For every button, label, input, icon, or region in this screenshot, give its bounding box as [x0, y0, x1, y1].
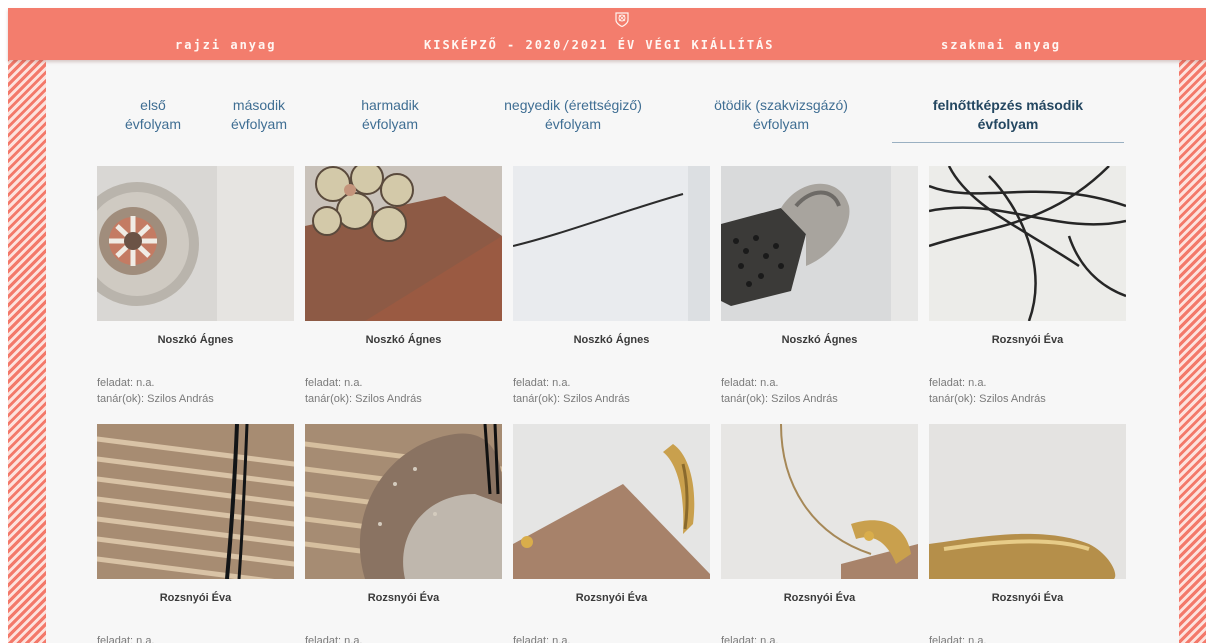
teacher-text: tanár(ok): Szilos András — [929, 393, 1046, 405]
artist-name: Noszkó Ágnes — [781, 334, 858, 346]
task-text: feladat: n.a. — [721, 635, 779, 643]
drawing-material-link[interactable]: rajzi anyag — [175, 38, 276, 52]
tab-label-line2: évfolyam — [124, 116, 182, 132]
left-striped-border — [8, 60, 46, 643]
crest-icon[interactable] — [613, 10, 631, 28]
artwork-photo[interactable] — [721, 424, 918, 579]
main-content: első évfolyam második évfolyam harmadik … — [46, 60, 1179, 643]
artwork-photo[interactable] — [305, 166, 502, 321]
artist-name: Noszkó Ágnes — [365, 334, 442, 346]
tab-label-line1: első — [140, 97, 166, 113]
artwork-photo[interactable] — [929, 166, 1126, 321]
artwork-meta: feladat: n.a. tanár(ok): Szilos András — [513, 375, 630, 407]
artist-name: Rozsnyói Éva — [159, 592, 232, 604]
artwork-meta: feladat: n.a. — [97, 633, 155, 643]
artwork-meta: feladat: n.a. tanár(ok): Szilos András — [97, 375, 214, 407]
artwork-photo[interactable] — [513, 424, 710, 579]
exhibition-title[interactable]: KISKÉPZŐ - 2020/2021 ÉV VÉGI KIÁLLÍTÁS — [424, 38, 775, 52]
tab-first-year[interactable]: első évfolyam — [103, 96, 203, 134]
task-text: feladat: n.a. — [929, 377, 987, 389]
teacher-text: tanár(ok): Szilos András — [305, 393, 422, 405]
artwork-meta: feladat: n.a. — [929, 633, 987, 643]
artist-name: Noszkó Ágnes — [573, 334, 650, 346]
task-text: feladat: n.a. — [929, 635, 987, 643]
tab-label-line1: felnőttképzés második — [932, 97, 1084, 113]
tab-label-line1: ötödik (szakvizsgázó) — [714, 97, 848, 113]
tab-label-line2: évfolyam — [752, 116, 810, 132]
artwork-meta: feladat: n.a. — [721, 633, 779, 643]
artwork-card[interactable]: Rozsnyói Éva feladat: n.a. — [721, 424, 918, 643]
page: rajzi anyag KISKÉPZŐ - 2020/2021 ÉV VÉGI… — [0, 0, 1206, 643]
task-text: feladat: n.a. — [97, 635, 155, 643]
year-tabs: első évfolyam második évfolyam harmadik … — [46, 60, 1179, 150]
artist-name: Rozsnyói Éva — [575, 592, 648, 604]
tab-label-line2: évfolyam — [544, 116, 602, 132]
artwork-meta: feladat: n.a. — [305, 633, 363, 643]
tab-label-line2: évfolyam — [361, 116, 419, 132]
tab-fourth-year[interactable]: negyedik (érettségiző) évfolyam — [478, 96, 668, 134]
artwork-photo[interactable] — [97, 166, 294, 321]
tab-label-line1: harmadik — [361, 97, 419, 113]
artwork-card[interactable]: Noszkó Ágnes feladat: n.a. tanár(ok): Sz… — [721, 166, 918, 405]
task-text: feladat: n.a. — [513, 635, 571, 643]
artwork-card[interactable]: Noszkó Ágnes feladat: n.a. tanár(ok): Sz… — [97, 166, 294, 405]
artwork-meta: feladat: n.a. tanár(ok): Szilos András — [721, 375, 838, 407]
tab-label-line2: évfolyam — [230, 116, 288, 132]
task-text: feladat: n.a. — [305, 635, 363, 643]
tab-third-year[interactable]: harmadik évfolyam — [335, 96, 445, 134]
artwork-card[interactable]: Rozsnyói Éva feladat: n.a. — [97, 424, 294, 643]
task-text: feladat: n.a. — [97, 377, 155, 389]
artwork-photo[interactable] — [305, 424, 502, 579]
tab-second-year[interactable]: második évfolyam — [214, 96, 304, 134]
artwork-meta: feladat: n.a. tanár(ok): Szilos András — [305, 375, 422, 407]
artwork-photo[interactable] — [721, 166, 918, 321]
tab-label-line1: negyedik (érettségiző) — [504, 97, 642, 113]
teacher-text: tanár(ok): Szilos András — [97, 393, 214, 405]
tab-label-line1: második — [232, 97, 286, 113]
artwork-card[interactable]: Noszkó Ágnes feladat: n.a. tanár(ok): Sz… — [513, 166, 710, 405]
active-tab-underline — [892, 142, 1124, 143]
artwork-meta: feladat: n.a. tanár(ok): Szilos András — [929, 375, 1046, 407]
artwork-card[interactable]: Rozsnyói Éva feladat: n.a. tanár(ok): Sz… — [929, 166, 1126, 405]
teacher-text: tanár(ok): Szilos András — [513, 393, 630, 405]
artist-name: Rozsnyói Éva — [991, 334, 1064, 346]
artist-name: Rozsnyói Éva — [367, 592, 440, 604]
artwork-photo[interactable] — [929, 424, 1126, 579]
task-text: feladat: n.a. — [513, 377, 571, 389]
tab-label-line2: évfolyam — [977, 116, 1039, 132]
artwork-card[interactable]: Noszkó Ágnes feladat: n.a. tanár(ok): Sz… — [305, 166, 502, 405]
artwork-card[interactable]: Rozsnyói Éva feladat: n.a. — [513, 424, 710, 643]
artwork-card[interactable]: Rozsnyói Éva feladat: n.a. — [305, 424, 502, 643]
artwork-meta: feladat: n.a. — [513, 633, 571, 643]
artist-name: Noszkó Ágnes — [157, 334, 234, 346]
professional-material-link[interactable]: szakmai anyag — [941, 38, 1061, 52]
tab-fifth-year[interactable]: ötödik (szakvizsgázó) évfolyam — [691, 96, 871, 134]
artist-name: Rozsnyói Éva — [783, 592, 856, 604]
artist-name: Rozsnyói Éva — [991, 592, 1064, 604]
tab-adult-education-second-year[interactable]: felnőttképzés második évfolyam — [902, 96, 1114, 134]
right-striped-border — [1179, 60, 1206, 643]
task-text: feladat: n.a. — [305, 377, 363, 389]
artwork-photo[interactable] — [513, 166, 710, 321]
top-navigation-bar: rajzi anyag KISKÉPZŐ - 2020/2021 ÉV VÉGI… — [8, 8, 1206, 60]
task-text: feladat: n.a. — [721, 377, 779, 389]
teacher-text: tanár(ok): Szilos András — [721, 393, 838, 405]
artwork-card[interactable]: Rozsnyói Éva feladat: n.a. — [929, 424, 1126, 643]
artwork-photo[interactable] — [97, 424, 294, 579]
